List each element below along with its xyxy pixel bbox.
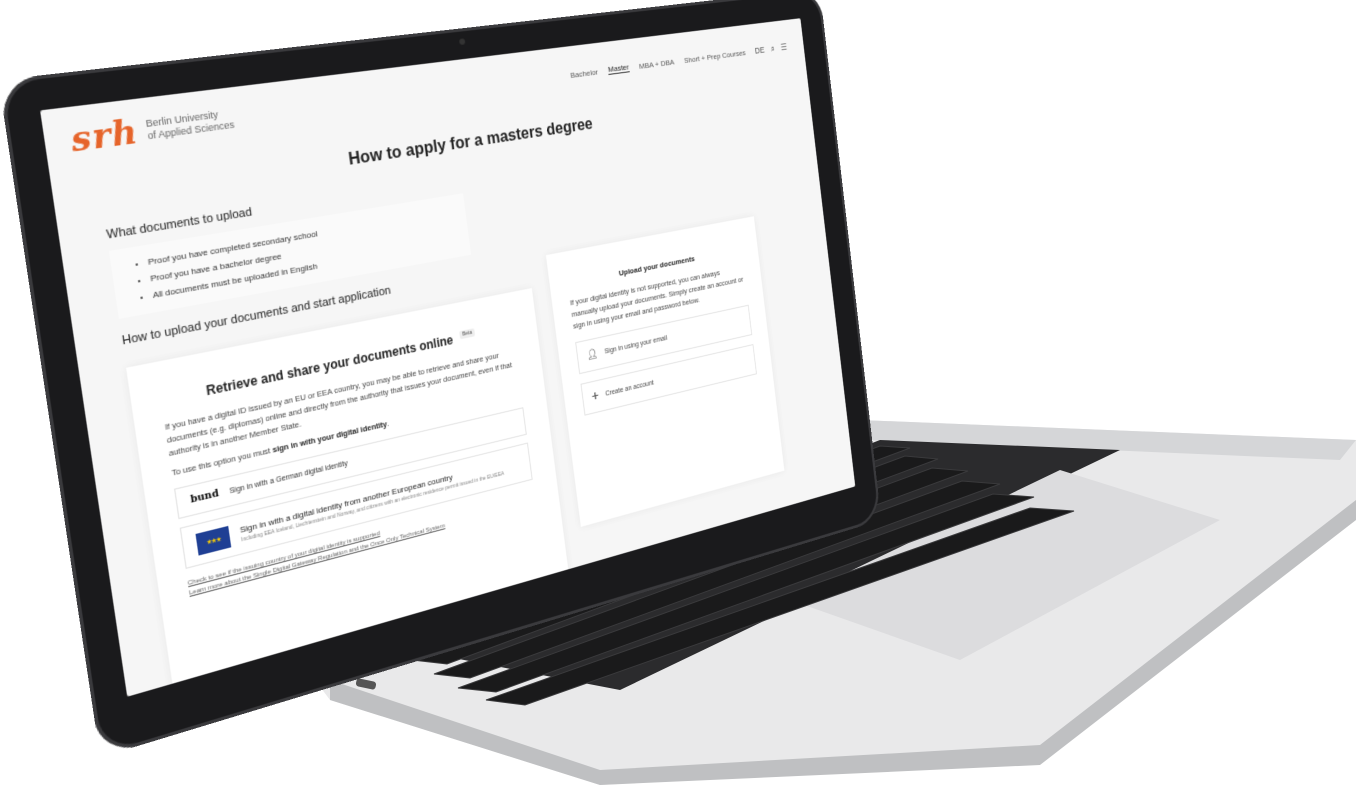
nav-item-bachelor[interactable]: Bachelor [570,67,599,79]
upload-documents-card: Upload your documents If your digital id… [545,216,785,527]
main-nav: Bachelor Master MBA + DBA Short + Prep C… [570,42,788,81]
language-switch[interactable]: DE [754,45,765,56]
user-icon: 👤︎ [586,348,599,362]
nav-item-short-prep-courses[interactable]: Short + Prep Courses [684,48,747,64]
create-account-label: Create an account [605,379,655,398]
nav-utility: DE ⌕ ☰ [754,42,787,56]
laptop-lid: srh Berlin University of Applied Science… [0,0,882,758]
eu-flag-icon: ★★★ [195,525,232,556]
search-icon[interactable]: ⌕ [770,43,775,54]
nav-item-mba-dba[interactable]: MBA + DBA [638,57,674,70]
bund-logo-icon: bund [189,488,220,506]
camera-icon [458,38,466,46]
menu-icon[interactable]: ☰ [780,42,787,53]
beta-badge: Beta [459,328,476,340]
brand-name: Berlin University of Applied Sciences [145,107,235,142]
email-signin-label: Sign in using your email [604,335,668,356]
browser-viewport: srh Berlin University of Applied Science… [40,18,856,697]
retrieve-documents-card: Retrieve and share your documents online… [126,288,573,697]
instruction-suffix: . [386,418,390,429]
brand-logo[interactable]: srh Berlin University of Applied Science… [68,100,236,160]
add-user-icon: ➕︎ [591,390,600,403]
screen-wrapper: srh Berlin University of Applied Science… [0,0,1356,785]
srh-logo-icon: srh [68,111,141,161]
nav-item-master[interactable]: Master [607,62,630,75]
